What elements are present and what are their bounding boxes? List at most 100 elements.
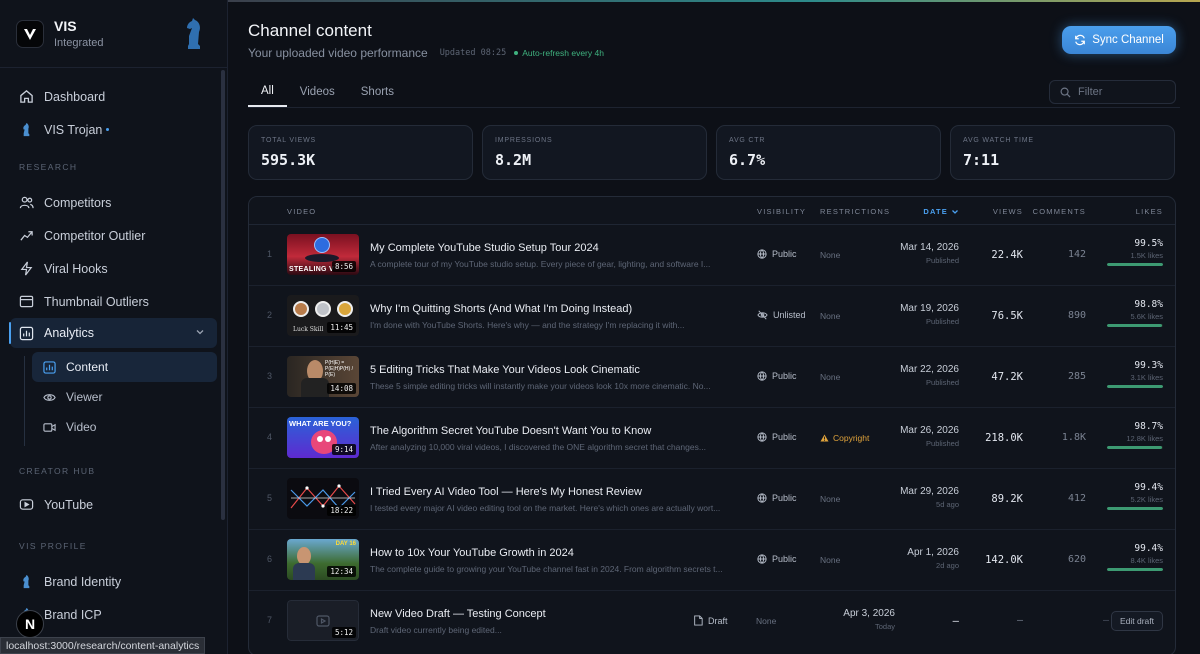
- sidebar-item-label: Brand ICP: [44, 607, 102, 622]
- page-subtitle: Your uploaded video performance Updated …: [248, 46, 604, 60]
- visibility-status: Public: [757, 371, 797, 381]
- video-date: Apr 1, 2026 2d ago: [907, 547, 959, 570]
- sidebar-item-label: Competitor Outlier: [44, 228, 146, 243]
- col-date[interactable]: DATE: [923, 207, 959, 216]
- date-status: 2d ago: [936, 561, 959, 570]
- video-thumbnail[interactable]: STEALING V 8:56: [287, 234, 359, 275]
- video-thumbnail[interactable]: 5:12: [287, 600, 359, 641]
- video-title[interactable]: 5 Editing Tricks That Make Your Videos L…: [370, 364, 640, 376]
- subtitle-text: Your uploaded video performance: [248, 46, 428, 60]
- video-thumbnail[interactable]: WHAT ARE YOU? 9:14: [287, 417, 359, 458]
- col-likes[interactable]: LIKES: [1136, 207, 1163, 216]
- sidebar-item-analytics[interactable]: Analytics: [9, 318, 217, 348]
- video-title[interactable]: New Video Draft — Testing Concept: [370, 608, 546, 620]
- filter-input[interactable]: Filter: [1049, 80, 1176, 104]
- col-views[interactable]: VIEWS: [993, 207, 1023, 216]
- brand-header[interactable]: VIS Integrated: [0, 0, 227, 68]
- visibility-status: Public: [757, 493, 797, 503]
- video-likes: —: [1102, 615, 1109, 626]
- sync-channel-button[interactable]: Sync Channel: [1062, 26, 1176, 54]
- restriction-label: Copyright: [833, 433, 870, 443]
- sidebar-scrollbar[interactable]: [221, 70, 225, 520]
- date-status: Today: [874, 622, 895, 631]
- sidebar-item-youtube[interactable]: YouTube: [0, 488, 227, 521]
- nextjs-badge[interactable]: N: [16, 610, 44, 638]
- likes-bar: [1107, 568, 1163, 571]
- sidebar-item-brand-identity[interactable]: Brand Identity: [0, 565, 227, 598]
- video-description: The complete guide to growing your YouTu…: [370, 564, 723, 574]
- col-restrictions[interactable]: RESTRICTIONS: [820, 207, 890, 216]
- row-number: 1: [267, 249, 273, 259]
- likes-bar: [1107, 446, 1163, 449]
- likes-bar: [1107, 324, 1163, 327]
- auto-refresh-status: Auto-refresh every 4h: [514, 48, 604, 58]
- video-thumbnail[interactable]: 18:22: [287, 478, 359, 519]
- likes-bar-fill: [1107, 263, 1163, 266]
- date-value: Mar 29, 2026: [900, 486, 959, 497]
- video-thumbnail[interactable]: P(H|E) = P(E|H)P(H) / P(E) 14:08: [287, 356, 359, 397]
- col-comments[interactable]: COMMENTS: [1033, 207, 1086, 216]
- row-number: 4: [267, 432, 273, 442]
- sidebar-item-label: Brand Identity: [44, 574, 122, 589]
- edit-draft-button[interactable]: Edit draft: [1110, 611, 1163, 631]
- video-thumbnail[interactable]: DAY 16 12:34: [287, 539, 359, 580]
- sidebar-subitem-viewer[interactable]: Viewer: [0, 382, 227, 412]
- stat-value: 8.2M: [495, 151, 532, 169]
- video-title[interactable]: The Algorithm Secret YouTube Doesn't Wan…: [370, 425, 651, 437]
- sidebar-item-label: Thumbnail Outliers: [44, 294, 149, 309]
- chevron-down-icon[interactable]: [195, 327, 205, 337]
- visibility-label: Public: [772, 554, 797, 564]
- sidebar-subitem-label: Content: [66, 360, 109, 374]
- visibility-label: Unlisted: [773, 310, 806, 320]
- sidebar-subitem-content[interactable]: Content: [32, 352, 217, 382]
- video-description: I tested every major AI video editing to…: [370, 503, 721, 513]
- likes-bar-fill: [1107, 568, 1163, 571]
- col-video[interactable]: VIDEO: [287, 207, 316, 216]
- sidebar-item-competitors[interactable]: Competitors: [0, 186, 227, 219]
- section-research: RESEARCH: [19, 162, 78, 172]
- globe-icon: [757, 554, 767, 564]
- likes-count: 12.8K likes: [1126, 434, 1163, 443]
- video-likes: 99.4% 8.4K likes: [1107, 543, 1163, 571]
- sidebar-item-dashboard[interactable]: Dashboard: [0, 80, 227, 113]
- video-title[interactable]: My Complete YouTube Studio Setup Tour 20…: [370, 242, 599, 254]
- trend-icon: [18, 228, 34, 244]
- filter-placeholder: Filter: [1078, 86, 1103, 98]
- video-title[interactable]: I Tried Every AI Video Tool — Here's My …: [370, 486, 642, 498]
- video-thumbnail[interactable]: Luck Skill 11:45: [287, 295, 359, 336]
- table-row[interactable]: 2 Luck Skill 11:45 Why I'm Quitting Shorts …: [249, 286, 1175, 347]
- table-row[interactable]: 7 5:12 New Video Draft — Testing Concept Dr…: [249, 591, 1175, 652]
- col-visibility[interactable]: VISIBILITY: [757, 207, 806, 216]
- tab-videos[interactable]: Videos: [287, 77, 348, 107]
- date-status: Published: [926, 317, 959, 326]
- row-number: 6: [267, 554, 273, 564]
- likes-percent: 99.4%: [1134, 543, 1163, 554]
- table-row[interactable]: 3 P(H|E) = P(E|H)P(H) / P(E) 14:08 5 Editin…: [249, 347, 1175, 408]
- sidebar-item-viral-hooks[interactable]: Viral Hooks: [0, 252, 227, 285]
- table-row[interactable]: 4 WHAT ARE YOU? 9:14 The Algorithm Secret Y…: [249, 408, 1175, 469]
- video-views: —: [952, 615, 959, 627]
- table-row[interactable]: 6 DAY 16 12:34 How to 10x Your YouTube Grow…: [249, 530, 1175, 591]
- page-title: Channel content: [248, 21, 372, 40]
- sidebar-subitem-video[interactable]: Video: [0, 412, 227, 442]
- grid-icon: [42, 360, 56, 374]
- tab-all[interactable]: All: [248, 77, 287, 107]
- video-title[interactable]: Why I'm Quitting Shorts (And What I'm Do…: [370, 303, 632, 315]
- stat-value: 6.7%: [729, 151, 766, 169]
- video-comments: 620: [1067, 554, 1086, 565]
- eye-icon: [42, 390, 56, 404]
- tab-shorts[interactable]: Shorts: [348, 77, 407, 107]
- sidebar-item-thumbnail-outliers[interactable]: Thumbnail Outliers: [0, 285, 227, 318]
- stat-label: IMPRESSIONS: [495, 137, 553, 144]
- video-title[interactable]: How to 10x Your YouTube Growth in 2024: [370, 547, 574, 559]
- search-icon: [1060, 87, 1071, 98]
- date-status: 5d ago: [936, 500, 959, 509]
- sidebar-item-vis-trojan[interactable]: VIS Trojan: [0, 113, 227, 146]
- table-row[interactable]: 5 18:22 I Tried Every AI Video Tool — Here…: [249, 469, 1175, 530]
- likes-percent: 99.4%: [1134, 482, 1163, 493]
- table-row[interactable]: 1 STEALING V 8:56 My Complete YouTube Studi…: [249, 225, 1175, 286]
- likes-bar: [1107, 385, 1163, 388]
- globe-icon: [757, 432, 767, 442]
- sidebar-item-competitor-outlier[interactable]: Competitor Outlier: [0, 219, 227, 252]
- visibility-status: Public: [757, 249, 797, 259]
